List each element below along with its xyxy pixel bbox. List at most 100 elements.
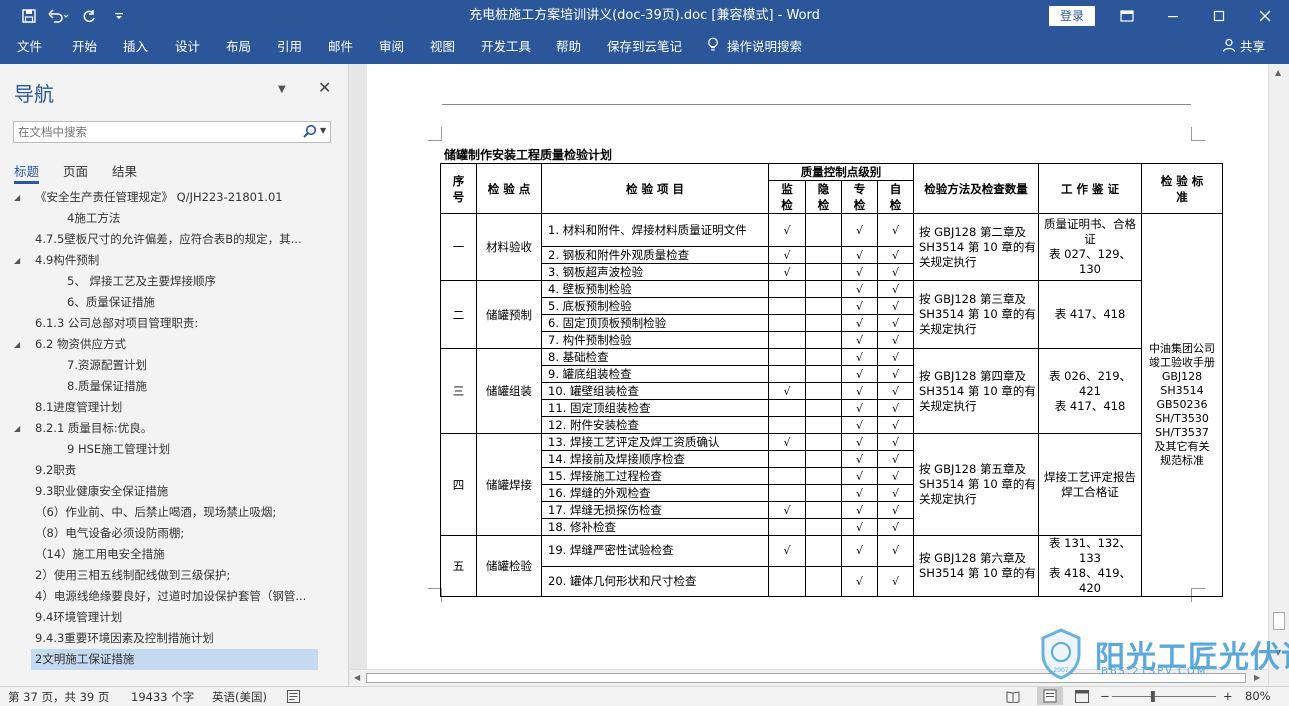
tab-layout[interactable]: 布局 [226, 32, 251, 64]
collapse-arrow-icon[interactable]: ◢ [14, 187, 20, 208]
nav-search-input[interactable] [18, 124, 288, 140]
control-level-cell [805, 382, 842, 400]
control-level-cell [805, 348, 842, 366]
login-button[interactable]: 登录 [1049, 6, 1095, 26]
macro-record-icon[interactable] [287, 690, 300, 706]
control-level-cell [805, 297, 842, 315]
nav-heading-item[interactable]: ◢ 《安全生产责任管理规定》 Q/JH223-21801.01 [14, 187, 334, 208]
tab-review[interactable]: 审阅 [379, 32, 404, 64]
customize-qat-icon[interactable] [104, 0, 134, 32]
scroll-up-icon[interactable]: ▲ [1275, 68, 1281, 77]
work-cert-cell: 质量证明书、合格证表 027、129、130 [1038, 213, 1142, 281]
tab-save-to-cloud-notes[interactable]: 保存到云笔记 [607, 32, 682, 64]
nav-tab-pages[interactable]: 页面 [63, 161, 88, 180]
page-count[interactable]: 第 37 页，共 39 页 [8, 689, 109, 705]
zoom-slider-thumb[interactable] [1150, 691, 1155, 702]
tab-view[interactable]: 视图 [430, 32, 455, 64]
tab-home[interactable]: 开始 [72, 32, 97, 64]
close-window-icon[interactable] [1242, 0, 1288, 32]
check-mark: √ [855, 316, 863, 330]
tab-file[interactable]: 文件 [17, 32, 42, 64]
document-area[interactable]: 储罐制作安装工程质量检验计划 序 号 检 验 点 检 验 项 目 质量控制点级别… [350, 64, 1268, 686]
nav-heading-item[interactable]: ◢ 4.9构件预制 [14, 250, 334, 271]
nav-tab-headings[interactable]: 标题 [14, 161, 40, 184]
search-icon[interactable] [302, 123, 318, 141]
ribbon-tabs: 文件 开始 插入 设计 布局 引用 邮件 审阅 视图 开发工具 帮助 保存到云笔… [0, 32, 1289, 64]
nav-heading-item[interactable]: 2）使用三相五线制配线做到三级保护; [14, 565, 334, 586]
nav-heading-label: 4.7.5壁板尺寸的允许偏差，应符合表B的规定，其... [35, 232, 302, 246]
nav-tab-results[interactable]: 结果 [112, 161, 137, 180]
method-cell: 按 GBJ128 第五章及 SH3514 第 10 章的有关规定执行 [913, 433, 1039, 536]
print-layout-icon[interactable] [1037, 687, 1063, 705]
nav-search-box[interactable]: ▼ [13, 121, 331, 143]
collapse-arrow-icon[interactable]: ◢ [14, 418, 20, 439]
nav-heading-item[interactable]: 6.1.3 公司总部对项目管理职责: [14, 313, 334, 334]
tab-developer[interactable]: 开发工具 [481, 32, 531, 64]
minimize-icon[interactable] [1150, 0, 1196, 32]
nav-heading-item[interactable]: 4.7.5壁板尺寸的允许偏差，应符合表B的规定，其... [14, 229, 334, 250]
nav-close-icon[interactable]: ✕ [318, 78, 331, 97]
nav-heading-item[interactable]: （6）作业前、中、后禁止喝酒，现场禁止吸烟; [14, 502, 334, 523]
tab-help[interactable]: 帮助 [556, 32, 581, 64]
inspection-item-cell: 15. 焊接施工过程检查 [541, 467, 769, 485]
nav-heading-item[interactable]: 9 HSE施工管理计划 [14, 439, 334, 460]
nav-heading-item[interactable]: 4施工方法 [14, 208, 334, 229]
nav-heading-item[interactable]: 7.资源配置计划 [14, 355, 334, 376]
collapse-arrow-icon[interactable]: ◢ [14, 334, 20, 355]
nav-heading-item[interactable]: 9.4环境管理计划 [14, 607, 334, 628]
nav-heading-item[interactable]: 2文明施工保证措施 [31, 649, 318, 670]
zoom-slider[interactable] [1112, 691, 1216, 703]
work-cert-line: 表 418、419、420 [1048, 566, 1132, 595]
redo-icon[interactable] [74, 0, 104, 32]
vertical-scrollbar[interactable]: ▲ ▼ [1268, 64, 1289, 686]
nav-heading-item[interactable]: 4）电源线绝缘要良好，过道时加设保护套管（钢管... [14, 586, 334, 607]
web-layout-icon[interactable] [1075, 690, 1089, 706]
nav-heading-item[interactable]: 9.2职责 [14, 460, 334, 481]
nav-heading-item[interactable]: 8.1进度管理计划 [14, 397, 334, 418]
share-label: 共享 [1239, 39, 1265, 54]
title-bar: 充电桩施工方案培训讲义(doc-39页).doc [兼容模式] - Word 登… [0, 0, 1289, 32]
collapse-arrow-icon[interactable]: ◢ [14, 250, 20, 271]
document-page[interactable]: 储罐制作安装工程质量检验计划 序 号 检 验 点 检 验 项 目 质量控制点级别… [367, 64, 1268, 686]
tab-references[interactable]: 引用 [277, 32, 302, 64]
ribbon-display-options-icon[interactable] [1104, 0, 1150, 32]
save-icon[interactable] [14, 0, 44, 32]
nav-heading-item[interactable]: 9.3职业健康安全保证措施 [14, 481, 334, 502]
header-cert: 工 作 鉴 证 [1038, 163, 1142, 214]
read-mode-icon[interactable] [1006, 690, 1020, 706]
nav-heading-item[interactable]: ◢ 6.2 物资供应方式 [14, 334, 334, 355]
search-options-dropdown-icon[interactable]: ▼ [320, 126, 326, 135]
nav-options-dropdown-icon[interactable]: ▼ [278, 84, 286, 95]
inspection-item-cell: 1. 材料和附件、焊接材料质量证明文件 [541, 213, 769, 247]
work-cert-line: 质量证明书、合格证 [1044, 217, 1136, 246]
language[interactable]: 英语(美国) [212, 689, 267, 705]
tab-mailings[interactable]: 邮件 [328, 32, 353, 64]
nav-scrollbar[interactable] [340, 187, 348, 667]
nav-heading-item[interactable]: 5、 焊接工艺及主要焊接顺序 [14, 271, 334, 292]
zoom-in-icon[interactable]: + [1223, 689, 1233, 703]
seq-cell: 四 [440, 433, 477, 536]
control-level-cell [768, 348, 806, 366]
scroll-left-icon[interactable]: ◀ [354, 673, 360, 682]
inspection-item-cell: 14. 焊接前及焊接顺序检查 [541, 450, 769, 468]
undo-icon[interactable] [44, 0, 74, 32]
nav-heading-item[interactable]: （14）施工用电安全措施 [14, 544, 334, 565]
inspection-item-cell: 10. 罐壁组装检查 [541, 382, 769, 400]
nav-heading-item[interactable]: （8）电气设备必须设防雨棚; [14, 523, 334, 544]
vertical-scroll-thumb[interactable] [1273, 612, 1285, 630]
word-count[interactable]: 19433 个字 [131, 689, 194, 705]
nav-heading-item[interactable]: 8.质量保证措施 [14, 376, 334, 397]
check-mark: √ [855, 350, 863, 364]
nav-heading-item[interactable]: ◢ 8.2.1 质量目标:优良。 [14, 418, 334, 439]
share-button[interactable]: 共享 [1222, 32, 1265, 64]
tab-design[interactable]: 设计 [175, 32, 200, 64]
zoom-out-icon[interactable]: − [1100, 689, 1110, 703]
nav-heading-item[interactable]: 9.4.3重要环境因素及控制措施计划 [14, 628, 334, 649]
tab-insert[interactable]: 插入 [123, 32, 148, 64]
tell-me-search[interactable]: 操作说明搜索 [707, 32, 802, 64]
document-title: 充电桩施工方案培训讲义(doc-39页).doc [兼容模式] - Word [469, 8, 820, 23]
nav-heading-item[interactable]: 6、质量保证措施 [14, 292, 334, 313]
check-mark: √ [855, 384, 863, 398]
zoom-level[interactable]: 80% [1245, 689, 1271, 703]
maximize-icon[interactable] [1196, 0, 1242, 32]
